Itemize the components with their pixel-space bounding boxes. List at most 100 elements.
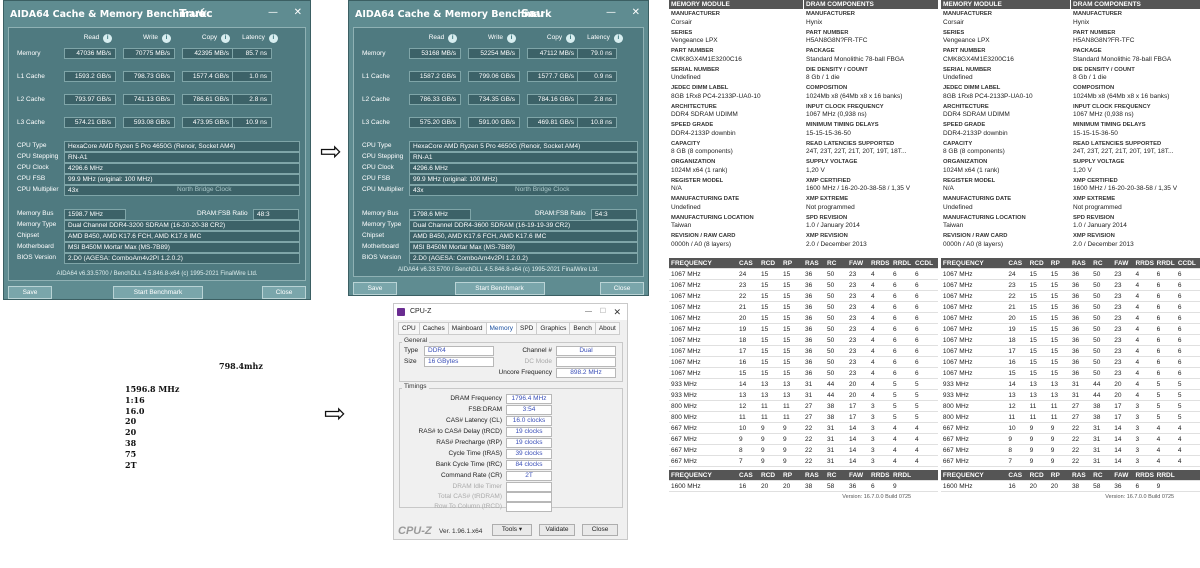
table-cell: 18 bbox=[739, 337, 747, 344]
info-icon[interactable]: i bbox=[613, 34, 623, 43]
info-icon[interactable]: i bbox=[448, 34, 458, 43]
close-button[interactable]: Close bbox=[582, 524, 618, 536]
table-cell: 4 bbox=[871, 326, 875, 333]
table-cell: 1067 MHz bbox=[942, 271, 973, 278]
dram-ratio-label: DRAM:FSB Ratio bbox=[197, 210, 248, 217]
table-cell: 19 bbox=[1008, 326, 1016, 333]
table-cell: 44 bbox=[1093, 381, 1101, 388]
table-cell: 36 bbox=[1071, 359, 1080, 366]
info-icon[interactable]: i bbox=[103, 34, 113, 43]
close-icon[interactable]: ✕ bbox=[632, 7, 640, 18]
close-button[interactable]: Close bbox=[262, 286, 306, 299]
table-cell: 11 bbox=[783, 414, 790, 421]
benchmark-panel: Read i Write i Copy i Latency i Memory 53168 MB/s… bbox=[353, 27, 644, 277]
minimize-icon[interactable]: — bbox=[585, 304, 592, 320]
tab-mainboard[interactable]: Mainboard bbox=[447, 322, 487, 335]
table-cell: 13 bbox=[783, 381, 791, 388]
titlebar: AIDA64 Cache & Memory Benchmark Trước — ✕ bbox=[4, 1, 310, 27]
table-cell: 13 bbox=[1008, 392, 1016, 399]
value-read: 47036 MB/s bbox=[64, 48, 116, 59]
table-cell: 20 bbox=[739, 315, 747, 322]
table-cell: 6 bbox=[915, 282, 919, 289]
col-header: CAS bbox=[739, 260, 753, 267]
table-row: 667 MHz 10 9 9 22 31 14 3 4 4 bbox=[669, 423, 938, 434]
table-cell: 15 bbox=[761, 315, 769, 322]
table-cell: 36 bbox=[805, 326, 813, 333]
save-button[interactable]: Save bbox=[8, 286, 52, 299]
spd-key: SPEED GRADE bbox=[671, 122, 714, 128]
start-benchmark-button[interactable]: Start Benchmark bbox=[454, 282, 545, 295]
table-cell: 36 bbox=[805, 370, 813, 377]
table-cell: 15 bbox=[783, 359, 791, 366]
header-dram-components: DRAM COMPONENTS bbox=[804, 0, 938, 9]
info-motherboard: MSI B450M Mortar Max (MS-7B89) bbox=[64, 242, 300, 253]
info-icon[interactable]: i bbox=[221, 34, 231, 43]
spd-key: MINIMUM TIMING DELAYS bbox=[806, 122, 879, 128]
aida64-window-before: AIDA64 Cache & Memory Benchmark Trước — ✕ Re… bbox=[3, 0, 311, 300]
maximize-icon[interactable]: ☐ bbox=[600, 304, 606, 320]
table-cell: 4 bbox=[871, 348, 875, 355]
table-cell: 31 bbox=[1071, 392, 1080, 399]
table-cell: 36 bbox=[1071, 282, 1080, 289]
table-cell: 4 bbox=[1135, 392, 1140, 399]
table-cell: 23 bbox=[1114, 348, 1122, 355]
table-cell: 800 MHz bbox=[671, 414, 698, 421]
tab-caches[interactable]: Caches bbox=[418, 322, 449, 335]
info-icon[interactable]: i bbox=[566, 34, 576, 43]
table-cell: 6 bbox=[1177, 271, 1182, 278]
tab-spd[interactable]: SPD bbox=[515, 322, 538, 335]
spd-key: JEDEC DIMM LABEL bbox=[943, 85, 1001, 91]
table-cell: 13 bbox=[1029, 392, 1037, 399]
channel-value: Dual bbox=[556, 346, 616, 356]
info-icon[interactable]: i bbox=[162, 34, 172, 43]
validate-button[interactable]: Validate bbox=[539, 524, 575, 536]
table-cell: 3 bbox=[871, 458, 875, 465]
table-cell: 1067 MHz bbox=[942, 370, 973, 377]
table-cell: 6 bbox=[893, 348, 897, 355]
table-cell: 3 bbox=[1135, 447, 1140, 454]
tab-bench[interactable]: Bench bbox=[569, 322, 596, 335]
close-icon[interactable]: ✕ bbox=[294, 7, 302, 18]
col-header-label: Read bbox=[83, 34, 100, 41]
info-icon[interactable]: i bbox=[268, 34, 278, 43]
spd-key: CAPACITY bbox=[671, 140, 701, 147]
close-icon[interactable]: ✕ bbox=[613, 304, 621, 320]
tab-memory[interactable]: Memory bbox=[485, 322, 517, 335]
spd-value: 1024Mb x8 (64Mb x8 x 16 banks) bbox=[1073, 92, 1170, 100]
spd-key: DIE DENSITY / COUNT bbox=[1073, 66, 1135, 73]
table-cell: 36 bbox=[805, 271, 813, 278]
table-cell: 3 bbox=[871, 436, 875, 443]
timing-value: 16.0 clocks bbox=[506, 416, 552, 426]
value-read: 793.97 GB/s bbox=[64, 94, 116, 105]
value-copy: 786.61 GB/s bbox=[182, 94, 234, 105]
table-cell: 8 bbox=[739, 447, 743, 454]
table-cell: 1600 MHz bbox=[942, 483, 973, 490]
col-header: RC bbox=[827, 260, 837, 267]
save-button[interactable]: Save bbox=[353, 282, 397, 295]
caption-label: Trước bbox=[179, 7, 213, 20]
info-chipset: AMD B450, AMD K17.6 FCH, AMD K17.6 IMC bbox=[409, 231, 638, 242]
table-cell: 22 bbox=[1071, 447, 1080, 454]
col-header: FREQUENCY bbox=[671, 260, 712, 267]
table-cell: 20 bbox=[1008, 315, 1016, 322]
spd-value: 8 Gb / 1 die bbox=[1073, 74, 1107, 81]
table-cell: 15 bbox=[761, 359, 769, 366]
table-cell: 14 bbox=[849, 447, 857, 454]
info-cpu_stepping: RN-A1 bbox=[409, 152, 638, 163]
timing-value: 84 clocks bbox=[506, 460, 552, 470]
minimize-icon[interactable]: — bbox=[268, 7, 278, 18]
table-cell: 15 bbox=[1050, 359, 1058, 366]
tools-button[interactable]: Tools ▾ bbox=[492, 524, 532, 536]
close-button[interactable]: Close bbox=[600, 282, 644, 295]
tab-about[interactable]: About bbox=[594, 322, 620, 335]
table-cell: 31 bbox=[1093, 436, 1101, 443]
tab-cpu[interactable]: CPU bbox=[398, 322, 420, 335]
info-icon[interactable]: i bbox=[507, 34, 517, 43]
table-cell: 6 bbox=[1177, 359, 1182, 366]
table-cell: 17 bbox=[849, 403, 857, 410]
table-cell: 14 bbox=[1114, 447, 1122, 454]
table-cell: 9 bbox=[1008, 436, 1013, 443]
tab-graphics[interactable]: Graphics bbox=[536, 322, 571, 335]
minimize-icon[interactable]: — bbox=[606, 7, 616, 18]
start-benchmark-button[interactable]: Start Benchmark bbox=[113, 286, 203, 299]
